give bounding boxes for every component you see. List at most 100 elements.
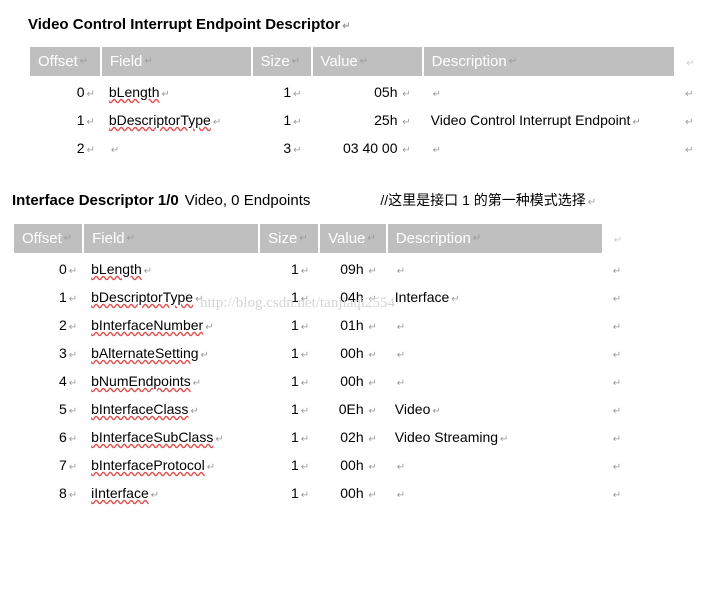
- cell-field: bLength↵: [83, 254, 259, 283]
- cell-extra: ↵: [603, 367, 634, 395]
- cell-offset: 0↵: [13, 254, 83, 283]
- table-row: 3↵bAlternateSetting↵1↵00h ↵↵↵: [13, 339, 634, 367]
- cell-field: bInterfaceSubClass↵: [83, 423, 259, 451]
- cell-offset: 2↵: [13, 311, 83, 339]
- th-field: Field↵: [83, 223, 259, 254]
- cell-extra: ↵: [603, 395, 634, 423]
- cell-field: bDescriptorType↵: [101, 106, 252, 134]
- cell-offset: 5↵: [13, 395, 83, 423]
- cell-description: ↵: [387, 451, 603, 479]
- cell-value: 25h ↵: [312, 106, 423, 134]
- cell-description: ↵: [387, 254, 603, 283]
- cell-extra: ↵: [675, 134, 706, 162]
- cell-field: iInterface↵: [83, 479, 259, 507]
- cell-field: ↵: [101, 134, 252, 162]
- table-row: 8↵iInterface↵1↵00h ↵↵↵: [13, 479, 634, 507]
- table-section2: Offset↵ Field↵ Size↵ Value↵ Description↵…: [12, 222, 634, 507]
- cell-offset: 8↵: [13, 479, 83, 507]
- cell-offset: 0↵: [29, 77, 101, 106]
- table-row: 2↵↵3↵03 40 00 ↵↵↵: [29, 134, 706, 162]
- cell-size: 1↵: [259, 367, 319, 395]
- cell-extra: ↵: [675, 77, 706, 106]
- cell-field: bLength↵: [101, 77, 252, 106]
- cell-offset: 1↵: [13, 283, 83, 311]
- cell-description: ↵: [387, 479, 603, 507]
- cell-extra: ↵: [603, 451, 634, 479]
- cell-description: Video↵: [387, 395, 603, 423]
- th-value: Value↵: [312, 46, 423, 77]
- table-row: 1↵bDescriptorType↵1↵25h ↵Video Control I…: [29, 106, 706, 134]
- th-desc: Description↵: [423, 46, 675, 77]
- cell-size: 1↵: [259, 339, 319, 367]
- cell-size: 1↵: [259, 479, 319, 507]
- cell-offset: 6↵: [13, 423, 83, 451]
- cell-extra: ↵: [603, 479, 634, 507]
- cell-extra: ↵: [603, 283, 634, 311]
- table2-body: 0↵bLength↵1↵09h ↵↵↵1↵bDescriptorType↵1↵0…: [13, 254, 634, 507]
- th-extra: ↵: [603, 223, 634, 254]
- th-field: Field↵: [101, 46, 252, 77]
- cell-value: 05h ↵: [312, 77, 423, 106]
- cell-field: bInterfaceNumber↵: [83, 311, 259, 339]
- cell-value: 00h ↵: [319, 479, 387, 507]
- th-size: Size↵: [252, 46, 312, 77]
- cell-extra: ↵: [675, 106, 706, 134]
- th-extra: ↵: [675, 46, 706, 77]
- cell-value: 02h ↵: [319, 423, 387, 451]
- cell-description: ↵: [423, 77, 675, 106]
- cell-offset: 3↵: [13, 339, 83, 367]
- cell-description: ↵: [423, 134, 675, 162]
- cell-description: Video Streaming↵: [387, 423, 603, 451]
- cell-size: 1↵: [259, 423, 319, 451]
- table-row: 2↵bInterfaceNumber↵1↵01h ↵↵↵: [13, 311, 634, 339]
- cell-size: 1↵: [259, 311, 319, 339]
- th-size: Size↵: [259, 223, 319, 254]
- cell-description: Interface↵: [387, 283, 603, 311]
- cell-value: 01h ↵: [319, 311, 387, 339]
- cell-extra: ↵: [603, 339, 634, 367]
- cell-value: 09h ↵: [319, 254, 387, 283]
- cell-size: 1↵: [259, 451, 319, 479]
- th-offset: Offset↵: [13, 223, 83, 254]
- cell-offset: 1↵: [29, 106, 101, 134]
- cell-field: bDescriptorType↵: [83, 283, 259, 311]
- cell-extra: ↵: [603, 311, 634, 339]
- cell-size: 1↵: [259, 254, 319, 283]
- cell-value: 00h ↵: [319, 339, 387, 367]
- cell-value: 0Eh ↵: [319, 395, 387, 423]
- section1-title: Video Control Interrupt Endpoint Descrip…: [12, 16, 706, 33]
- section2-title: Interface Descriptor 1/0 Video, 0 Endpoi…: [12, 190, 706, 210]
- table-section1: Offset↵ Field↵ Size↵ Value↵ Description↵…: [28, 45, 706, 162]
- cell-description: ↵: [387, 311, 603, 339]
- cell-offset: 2↵: [29, 134, 101, 162]
- cell-description: ↵: [387, 339, 603, 367]
- table-row: 0↵bLength↵1↵09h ↵↵↵: [13, 254, 634, 283]
- table-row: 0↵bLength↵1↵05h ↵↵↵: [29, 77, 706, 106]
- table-row: 7↵bInterfaceProtocol↵1↵00h ↵↵↵: [13, 451, 634, 479]
- table-row: 5↵bInterfaceClass↵1↵0Eh ↵Video↵↵: [13, 395, 634, 423]
- cell-size: 1↵: [252, 77, 312, 106]
- cell-value: 03 40 00 ↵: [312, 134, 423, 162]
- cell-size: 1↵: [259, 395, 319, 423]
- cell-field: bInterfaceProtocol↵: [83, 451, 259, 479]
- cell-offset: 7↵: [13, 451, 83, 479]
- th-desc: Description↵: [387, 223, 603, 254]
- th-offset: Offset↵: [29, 46, 101, 77]
- cell-field: bAlternateSetting↵: [83, 339, 259, 367]
- table-row: 6↵bInterfaceSubClass↵1↵02h ↵Video Stream…: [13, 423, 634, 451]
- cell-field: bInterfaceClass↵: [83, 395, 259, 423]
- table1-body: 0↵bLength↵1↵05h ↵↵↵1↵bDescriptorType↵1↵2…: [29, 77, 706, 162]
- table-row: 1↵bDescriptorType↵1↵04h ↵Interface↵↵: [13, 283, 634, 311]
- cell-value: 00h ↵: [319, 451, 387, 479]
- cell-value: 04h ↵: [319, 283, 387, 311]
- cell-offset: 4↵: [13, 367, 83, 395]
- cell-size: 3↵: [252, 134, 312, 162]
- cell-size: 1↵: [252, 106, 312, 134]
- table-row: 4↵bNumEndpoints↵1↵00h ↵↵↵: [13, 367, 634, 395]
- cell-extra: ↵: [603, 254, 634, 283]
- cell-description: ↵: [387, 367, 603, 395]
- cell-description: Video Control Interrupt Endpoint↵: [423, 106, 675, 134]
- cell-field: bNumEndpoints↵: [83, 367, 259, 395]
- cell-extra: ↵: [603, 423, 634, 451]
- cell-size: 1↵: [259, 283, 319, 311]
